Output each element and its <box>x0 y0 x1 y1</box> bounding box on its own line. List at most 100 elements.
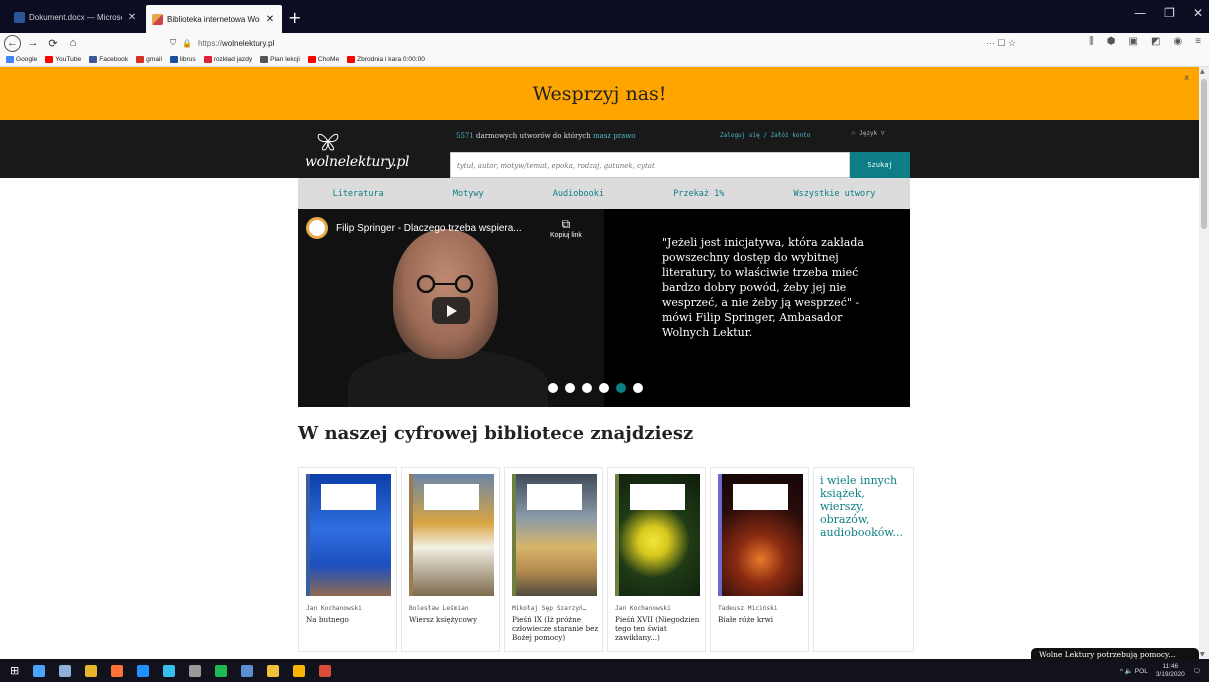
minimize-button[interactable]: — <box>1134 6 1146 20</box>
bookmark-item[interactable]: Google <box>6 56 37 63</box>
taskbar-app-icon[interactable] <box>85 664 98 677</box>
search-input[interactable] <box>451 154 849 178</box>
carousel-dot[interactable] <box>548 383 558 393</box>
tray-icons[interactable]: ^ 🔈 POL <box>1120 667 1148 675</box>
book-cover[interactable] <box>615 474 700 596</box>
book-author[interactable]: Jan Kochanowski <box>615 605 703 612</box>
taskbar-app-icon[interactable] <box>59 664 72 677</box>
windows-start-icon[interactable]: ⊞ <box>10 664 19 677</box>
taskbar-app-icon[interactable] <box>241 664 254 677</box>
search-box[interactable] <box>450 152 850 178</box>
book-author[interactable]: Bolesław Leśmian <box>409 605 497 612</box>
menu-item-literatura[interactable]: Literatura <box>333 189 384 199</box>
carousel-dot[interactable] <box>582 383 592 393</box>
bookmark-item[interactable]: Facebook <box>89 56 128 63</box>
account-icon[interactable]: ◉ <box>1173 36 1182 47</box>
bookmark-item[interactable]: Plan lekcji <box>260 56 300 63</box>
bookmark-item[interactable]: Zbrodnia i kara 0:00:00 <box>347 56 425 63</box>
book-title[interactable]: Wiersz księżycowy <box>409 615 497 624</box>
menu-item-przekaz[interactable]: Przekaż 1% <box>673 189 724 199</box>
book-author[interactable]: Jan Kochanowski <box>306 605 394 612</box>
new-tab-button[interactable]: + <box>288 8 301 27</box>
reader-icon[interactable]: ▣ <box>1129 36 1138 47</box>
book-author[interactable]: Tadeusz Miciński <box>718 605 806 612</box>
tab-wolnelektury[interactable]: Biblioteka internetowa Wolne L ✕ <box>146 5 282 33</box>
language-selector[interactable]: ⚐ Język ▽ <box>852 130 885 137</box>
book-card[interactable]: Bolesław Leśmian Wiersz księżycowy <box>401 467 500 652</box>
book-author[interactable]: Mikołaj Sęp Szarzyń… <box>512 605 600 612</box>
bookmark-item[interactable]: ChoMe <box>307 56 339 63</box>
book-cover[interactable] <box>409 474 494 596</box>
url-actions[interactable]: ··· ☐ ☆ <box>986 38 1016 49</box>
more-books-link[interactable]: i wiele innych książek, wierszy, obrazów… <box>813 467 914 652</box>
support-banner[interactable]: Wesprzyj nas! x <box>0 67 1199 120</box>
book-card[interactable]: Mikołaj Sęp Szarzyń… Pieśń IX (Iż próżne … <box>504 467 603 652</box>
close-tab-icon[interactable]: ✕ <box>126 12 138 23</box>
bookmark-item[interactable]: rozkład jazdy <box>203 56 252 63</box>
channel-avatar[interactable] <box>306 217 328 239</box>
clock[interactable]: 11:46 3/19/2020 <box>1156 663 1185 679</box>
scroll-up-icon[interactable]: ▲ <box>1200 68 1205 75</box>
support-banner-text[interactable]: Wesprzyj nas! <box>533 83 667 105</box>
copy-link-button[interactable]: ⧉ Kopiuj link <box>550 217 582 239</box>
tab-document[interactable]: Dokument.docx — Microsoft ✕ <box>8 5 144 29</box>
video-player[interactable]: Filip Springer - Dlaczego trzeba wspiera… <box>298 209 604 407</box>
taskbar-app-icon[interactable] <box>267 664 280 677</box>
taskbar-app-icon[interactable] <box>293 664 306 677</box>
taskbar-app-icon[interactable] <box>111 664 124 677</box>
site-logo[interactable]: wolnelektury.pl <box>305 130 410 174</box>
reload-button[interactable]: ⟳ <box>45 35 61 51</box>
scroll-down-icon[interactable]: ▼ <box>1200 651 1205 658</box>
tagline-link[interactable]: masz prawo <box>593 132 636 140</box>
menu-item-motywy[interactable]: Motywy <box>453 189 484 199</box>
book-title[interactable]: Pieśń XVII (Niegodzien tego ten świat za… <box>615 615 703 642</box>
video-title[interactable]: Filip Springer - Dlaczego trzeba wspiera… <box>336 223 522 234</box>
extension-icon[interactable]: ⬢ <box>1107 36 1116 47</box>
taskbar-app-icon[interactable] <box>163 664 176 677</box>
close-window-button[interactable]: ✕ <box>1193 6 1203 20</box>
close-banner-button[interactable]: x <box>1184 73 1189 82</box>
notifications-icon[interactable]: 🗨 <box>1193 667 1201 675</box>
bookmark-item[interactable]: librus <box>169 56 196 63</box>
taskbar-app-icon[interactable] <box>137 664 150 677</box>
carousel-dot[interactable] <box>616 383 626 393</box>
book-title[interactable]: Na butnego <box>306 615 394 624</box>
play-button[interactable] <box>432 297 470 324</box>
login-link[interactable]: Zaloguj się / Załóż konto <box>720 132 810 139</box>
pocket-icon[interactable]: ◩ <box>1151 36 1160 47</box>
shield-icon[interactable]: ⛉ <box>170 38 176 48</box>
taskbar-app-icon[interactable] <box>215 664 228 677</box>
bookmark-item[interactable]: gmail <box>136 56 162 63</box>
book-title[interactable]: Białe róże krwi <box>718 615 806 624</box>
carousel-dot[interactable] <box>599 383 609 393</box>
book-title[interactable]: Pieśń IX (Iż próżne człowiecze staranie … <box>512 615 600 642</box>
bookmark-item[interactable]: YouTube <box>45 56 81 63</box>
book-cover[interactable] <box>512 474 597 596</box>
taskbar-app-icon[interactable] <box>319 664 332 677</box>
library-icon[interactable]: ⫼ <box>1089 36 1094 47</box>
page-scrollbar[interactable]: ▲ ▼ <box>1199 67 1209 659</box>
close-tab-icon[interactable]: ✕ <box>264 14 276 25</box>
back-button[interactable]: ← <box>4 34 21 52</box>
book-cover[interactable] <box>718 474 803 596</box>
book-cover[interactable] <box>306 474 391 596</box>
book-card[interactable]: Jan Kochanowski Na butnego <box>298 467 397 652</box>
menu-item-audiobooki[interactable]: Audiobooki <box>553 189 604 199</box>
book-card[interactable]: Jan Kochanowski Pieśń XVII (Niegodzien te… <box>607 467 706 652</box>
url-text[interactable]: https://wolnelektury.pl <box>198 39 274 48</box>
book-card[interactable]: Tadeusz Miciński Białe róże krwi <box>710 467 809 652</box>
bookmark-icon <box>203 56 212 63</box>
forward-button[interactable]: → <box>25 35 41 51</box>
maximize-button[interactable]: ❐ <box>1164 6 1175 20</box>
lock-icon[interactable]: 🔒 <box>182 39 192 48</box>
menu-item-wszystkie-utwory[interactable]: Wszystkie utwory <box>793 189 875 199</box>
taskbar-app-icon[interactable] <box>189 664 202 677</box>
scrollbar-thumb[interactable] <box>1201 79 1207 229</box>
taskbar-app-icon[interactable] <box>33 664 46 677</box>
carousel-dot[interactable] <box>565 383 575 393</box>
search-button[interactable]: Szukaj <box>850 152 910 178</box>
carousel-dot[interactable] <box>633 383 643 393</box>
menu-icon[interactable]: ≡ <box>1195 36 1201 47</box>
address-bar[interactable]: ⛉ 🔒 https://wolnelektury.pl ··· ☐ ☆ <box>168 34 1024 52</box>
home-icon[interactable]: ⌂ <box>65 35 81 51</box>
